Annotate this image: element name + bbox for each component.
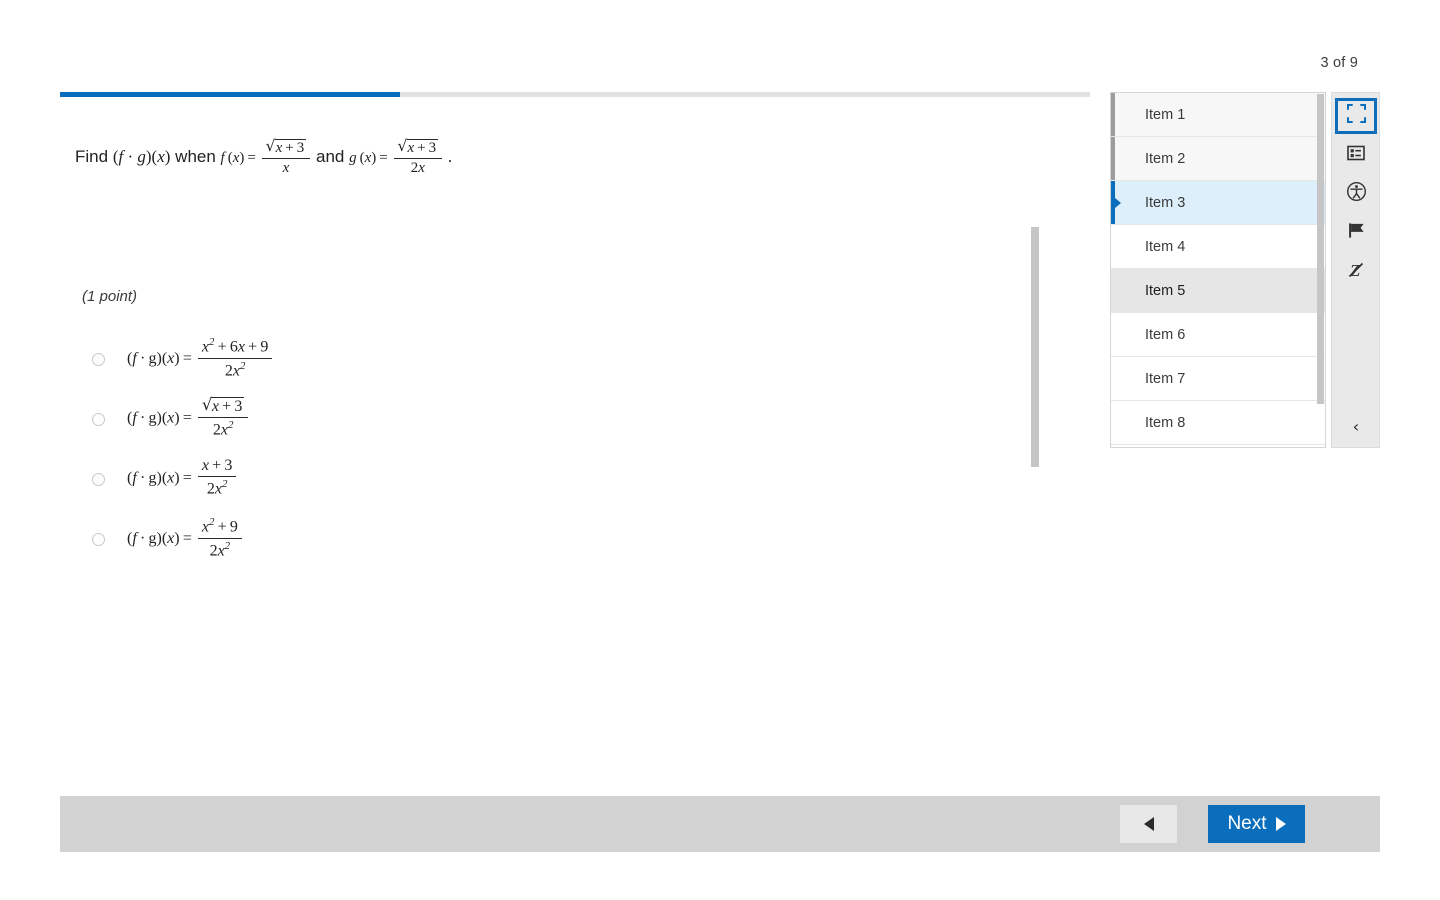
accessibility-button[interactable]	[1336, 177, 1376, 211]
item-list-row-label: Item 7	[1145, 370, 1186, 387]
stem-when: when	[175, 147, 216, 167]
choice-1-denominator: 2x2	[224, 359, 246, 379]
choice-2-numerator: x + 3	[197, 396, 249, 419]
radio-button-4[interactable]	[92, 532, 105, 546]
item-list-row[interactable]: Item 4	[1111, 225, 1325, 269]
item-list-row[interactable]: Item 6	[1111, 313, 1325, 357]
choice-3-denominator: 2x2	[206, 478, 228, 498]
choice-2-denominator: 2x2	[212, 419, 234, 439]
item-list-row-label: Item 6	[1145, 326, 1186, 343]
item-list-row[interactable]: Item 2	[1111, 137, 1325, 181]
points-label: (1 point)	[82, 288, 138, 305]
fullscreen-icon	[1346, 103, 1366, 128]
strikethrough-z-button[interactable]: Z	[1336, 255, 1376, 289]
item-list-icon	[1347, 144, 1365, 167]
item-status-bar	[1111, 401, 1115, 444]
question-panel: Find (f · g)(x) when f (x) = x + 3 x and…	[60, 92, 1090, 796]
item-list-row[interactable]: Item 7	[1111, 357, 1325, 401]
stem-f-fraction: x + 3 x	[261, 138, 311, 178]
item-list-row[interactable]: Item 5	[1111, 269, 1325, 313]
answer-choice-3[interactable]: (f · g)(x) = x + 3 2x2	[92, 449, 274, 509]
stem-g-definition: g (x) = x + 3 2x	[349, 138, 448, 176]
answer-choice-4-text: (f · g)(x) = x2 + 9 2x2	[127, 516, 244, 561]
choice-4-numerator: x2 + 9	[197, 516, 242, 539]
fullscreen-button[interactable]	[1335, 98, 1377, 134]
stem-f-numerator: x + 3	[261, 138, 311, 160]
choice-4-denominator: 2x2	[209, 539, 231, 559]
item-status-bar	[1111, 137, 1115, 180]
stem-f-definition: f (x) = x + 3 x	[221, 138, 316, 176]
strikethrough-z-icon: Z	[1346, 260, 1366, 285]
item-list-row-label: Item 3	[1145, 194, 1186, 211]
choice-3-fraction: x + 3 2x2	[197, 457, 237, 499]
chevron-left-icon: ‹	[1352, 416, 1360, 436]
navigation-footer: Next	[60, 796, 1380, 852]
radio-button-1[interactable]	[92, 352, 105, 366]
choice-2-fraction: x + 3 2x2	[197, 396, 249, 440]
answer-choice-2-text: (f · g)(x) = x + 3 2x2	[127, 396, 250, 441]
item-list-row-label: Item 4	[1145, 238, 1186, 255]
stem-g-denominator: 2x	[410, 160, 425, 177]
item-list-row-label: Item 2	[1145, 150, 1186, 167]
choice-1-fraction: x2 + 6x + 9 2x2	[197, 336, 273, 380]
stem-prefix: Find	[75, 147, 109, 167]
item-status-bar	[1111, 225, 1115, 268]
flag-button[interactable]	[1336, 216, 1376, 250]
stem-and: and	[316, 147, 345, 167]
stem-g-numerator: x + 3	[393, 138, 443, 160]
answer-choice-4[interactable]: (f · g)(x) = x2 + 9 2x2	[92, 509, 274, 569]
answer-choices: (f · g)(x) = x2 + 6x + 9 2x2 (f · g)(x) …	[92, 329, 274, 569]
accessibility-icon	[1346, 181, 1367, 207]
item-list: Item 1 Item 2 Item 3 Item 4 Item 5 Item 6 Item…	[1111, 93, 1325, 445]
item-list-row-label: Item 1	[1145, 106, 1186, 123]
collapse-panel-button[interactable]: ‹	[1336, 411, 1376, 441]
answer-choice-3-text: (f · g)(x) = x + 3 2x2	[127, 457, 238, 500]
item-list-row-label: Item 5	[1145, 282, 1186, 299]
assessment-page: 3 of 9 Find (f · g)(x) when f (x) = x + …	[0, 0, 1440, 900]
item-list-row[interactable]: Item 8	[1111, 401, 1325, 445]
stem-g-fraction: x + 3 2x	[393, 138, 443, 178]
triangle-left-icon	[1143, 817, 1154, 831]
item-list-panel: Item 1 Item 2 Item 3 Item 4 Item 5 Item 6 Item…	[1110, 92, 1326, 448]
choice-4-fraction: x2 + 9 2x2	[197, 516, 242, 560]
choice-1-numerator: x2 + 6x + 9	[197, 336, 273, 359]
triangle-right-icon	[1275, 817, 1286, 831]
item-list-scrollbar[interactable]	[1317, 94, 1324, 404]
question-stem: Find (f · g)(x) when f (x) = x + 3 x and…	[75, 138, 453, 179]
answer-choice-1-text: (f · g)(x) = x2 + 6x + 9 2x2	[127, 336, 274, 381]
flag-icon	[1347, 221, 1366, 245]
item-list-row[interactable]: Item 3	[1111, 181, 1325, 225]
question-scrollbar[interactable]	[1031, 227, 1039, 467]
current-item-pointer-icon	[1115, 197, 1121, 208]
answer-choice-1[interactable]: (f · g)(x) = x2 + 6x + 9 2x2	[92, 329, 274, 389]
item-status-bar	[1111, 313, 1115, 356]
question-body: Find (f · g)(x) when f (x) = x + 3 x and…	[60, 97, 1090, 796]
next-button-label: Next	[1227, 813, 1267, 834]
stem-fg-expression: (f · g)(x)	[112, 147, 171, 167]
item-status-bar	[1111, 93, 1115, 136]
item-status-bar	[1111, 269, 1115, 312]
tool-rail: Z ‹	[1331, 92, 1380, 448]
choice-3-numerator: x + 3	[197, 457, 237, 478]
stem-period: .	[447, 147, 453, 167]
radio-button-2[interactable]	[92, 412, 105, 426]
next-button[interactable]: Next	[1208, 805, 1305, 843]
stem-f-denominator: x	[282, 160, 290, 177]
item-list-button[interactable]	[1336, 138, 1376, 172]
item-counter: 3 of 9	[1320, 55, 1358, 71]
radio-button-3[interactable]	[92, 472, 105, 486]
previous-button[interactable]	[1120, 805, 1177, 843]
item-list-row-label: Item 8	[1145, 414, 1186, 431]
item-list-row[interactable]: Item 1	[1111, 93, 1325, 137]
answer-choice-2[interactable]: (f · g)(x) = x + 3 2x2	[92, 389, 274, 449]
item-status-bar	[1111, 357, 1115, 400]
